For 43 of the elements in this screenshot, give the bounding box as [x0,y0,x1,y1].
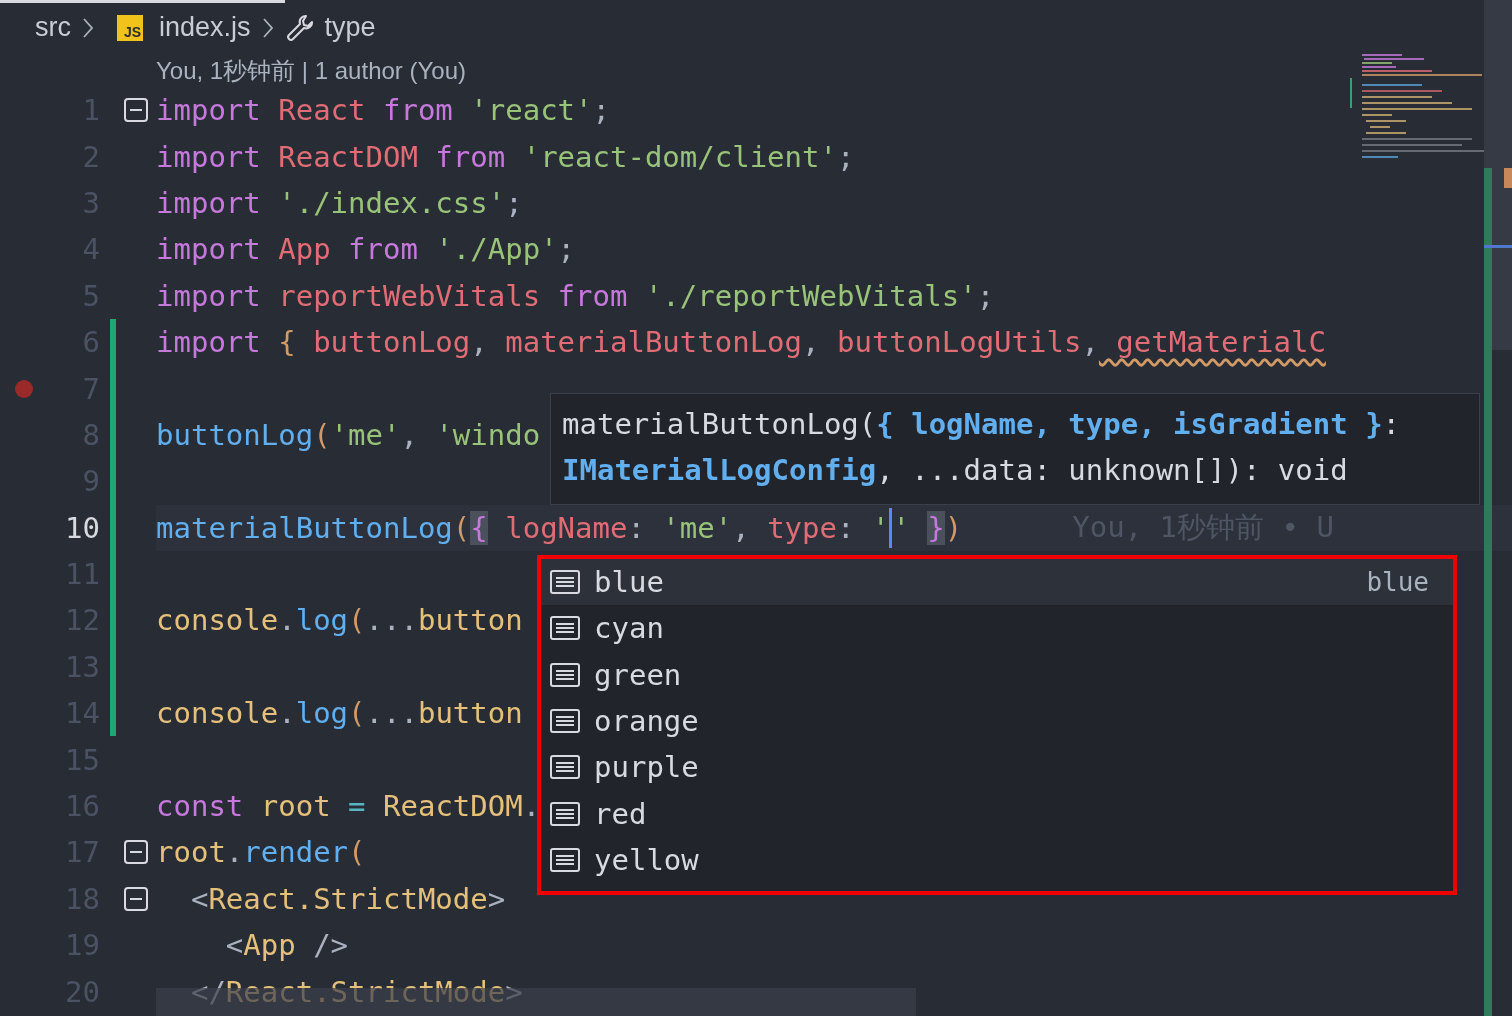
collapse-icon[interactable] [124,886,148,911]
code-line: import './index.css'; [156,184,523,222]
code-line: materialButtonLog({ logName: 'me', type: '' }) [156,504,963,551]
suggestion-item[interactable]: red [541,790,1453,837]
suggestion-item[interactable]: yellow [541,836,1453,884]
text-lines-icon [550,616,580,641]
breadcrumb-item[interactable]: src [35,12,71,43]
text-lines-icon [550,570,580,595]
suggestion-item[interactable]: orange [541,697,1453,745]
code-line: const root = ReactDOM. [156,788,541,826]
code-line: import App from './App'; [156,231,576,269]
code-line: console.log(...button [156,695,523,733]
wrench-icon [284,12,315,43]
suggestion-item[interactable]: purple [541,744,1453,791]
chevron-right-icon [81,16,95,39]
suggestion-item[interactable]: cyan [541,605,1453,652]
js-file-icon: JS [117,14,143,41]
code-line: console.log(...button [156,602,523,640]
code-line: import React from 'react'; [156,92,610,130]
code-line: </React.StrictMode> [189,973,523,1011]
code-line: <App /> [224,927,349,965]
text-lines-icon [550,662,580,687]
breadcrumb-item[interactable]: type [324,12,376,43]
code-line: root.render( [156,834,366,872]
chevron-right-icon [260,16,275,39]
signature-text: materialButtonLog({ logName, type, isGradient }: IMaterialLogConfig, ...data: unknown[]): void [562,406,1402,489]
code-line: import reportWebVitals from './reportWebVitals'; [156,277,995,315]
text-lines-icon [550,755,580,780]
collapse-icon[interactable] [124,840,148,865]
code-line: buttonLog('me', 'windo [156,416,541,454]
suggestion-item[interactable]: green [541,651,1453,698]
text-lines-icon [550,709,580,734]
code-line: <React.StrictMode> [189,880,506,918]
line-number: 10 [64,510,100,545]
code-line: import ReactDOM from 'react-dom/client'; [156,138,855,176]
suggestion-detail: blue [1366,567,1429,598]
collapse-icon[interactable] [124,98,148,123]
codelens-text[interactable]: You, 1秒钟前 | 1 author (You) [156,55,466,87]
suggestion-item[interactable]: blue blue [541,559,1453,606]
text-lines-icon [550,847,580,872]
text-lines-icon [550,801,580,826]
code-line: import { buttonLog, materialButtonLog, buttonLogUtils, getMaterialC [156,324,1326,362]
breadcrumb-item[interactable]: index.js [159,12,251,43]
